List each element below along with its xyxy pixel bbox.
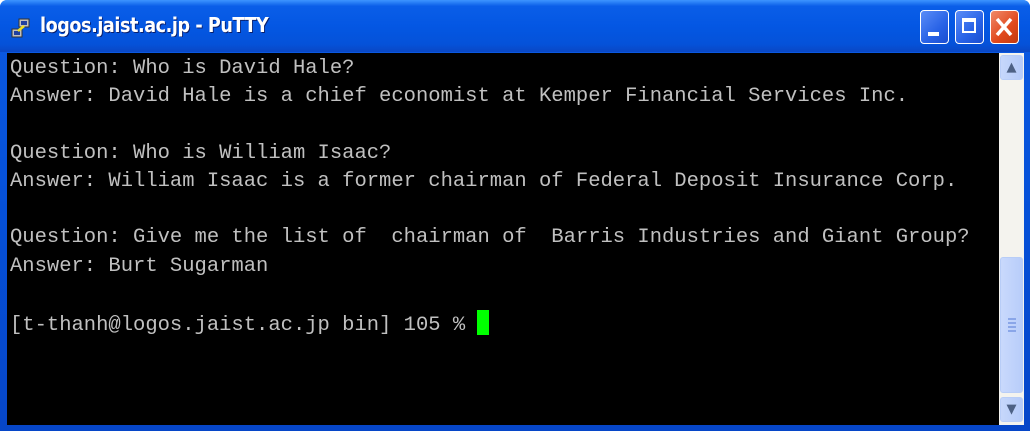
chevron-up-icon: ▲ bbox=[1006, 60, 1017, 75]
minimize-icon bbox=[928, 32, 939, 36]
maximize-button[interactable] bbox=[955, 10, 984, 44]
minimize-button[interactable] bbox=[920, 10, 949, 44]
chevron-down-icon: ▼ bbox=[1006, 402, 1017, 417]
putty-app-icon[interactable] bbox=[10, 18, 32, 40]
grip-icon bbox=[1008, 318, 1016, 332]
title-bar[interactable]: logos.jaist.ac.jp - PuTTY bbox=[0, 0, 1030, 52]
terminal-line: Answer: William Isaac is a former chairm… bbox=[10, 170, 958, 193]
close-button[interactable] bbox=[990, 10, 1019, 44]
putty-window: logos.jaist.ac.jp - PuTTY Question: Who … bbox=[0, 0, 1030, 431]
terminal-screen[interactable]: Question: Who is David Hale? Answer: Dav… bbox=[7, 53, 999, 425]
vertical-scrollbar[interactable]: ▲ ▼ bbox=[999, 53, 1024, 425]
shell-prompt: [t-thanh@logos.jaist.ac.jp bin] 105 % bbox=[10, 314, 478, 337]
scroll-thumb[interactable] bbox=[1000, 257, 1023, 393]
terminal-line: Question: Give me the list of chairman o… bbox=[10, 226, 970, 249]
text-cursor bbox=[477, 310, 490, 335]
window-title: logos.jaist.ac.jp - PuTTY bbox=[40, 13, 269, 37]
terminal-line: Question: Who is William Isaac? bbox=[10, 142, 392, 165]
shell-prompt-line: [t-thanh@logos.jaist.ac.jp bin] 105 % bbox=[10, 310, 490, 338]
terminal-line: Answer: Burt Sugarman bbox=[10, 255, 269, 278]
terminal-line: Answer: David Hale is a chief economist … bbox=[10, 85, 909, 108]
close-icon bbox=[995, 17, 1013, 37]
scroll-up-button[interactable]: ▲ bbox=[1000, 55, 1023, 80]
maximize-icon bbox=[962, 18, 976, 33]
scroll-down-button[interactable]: ▼ bbox=[1000, 397, 1023, 422]
terminal-line: Question: Who is David Hale? bbox=[10, 57, 355, 80]
